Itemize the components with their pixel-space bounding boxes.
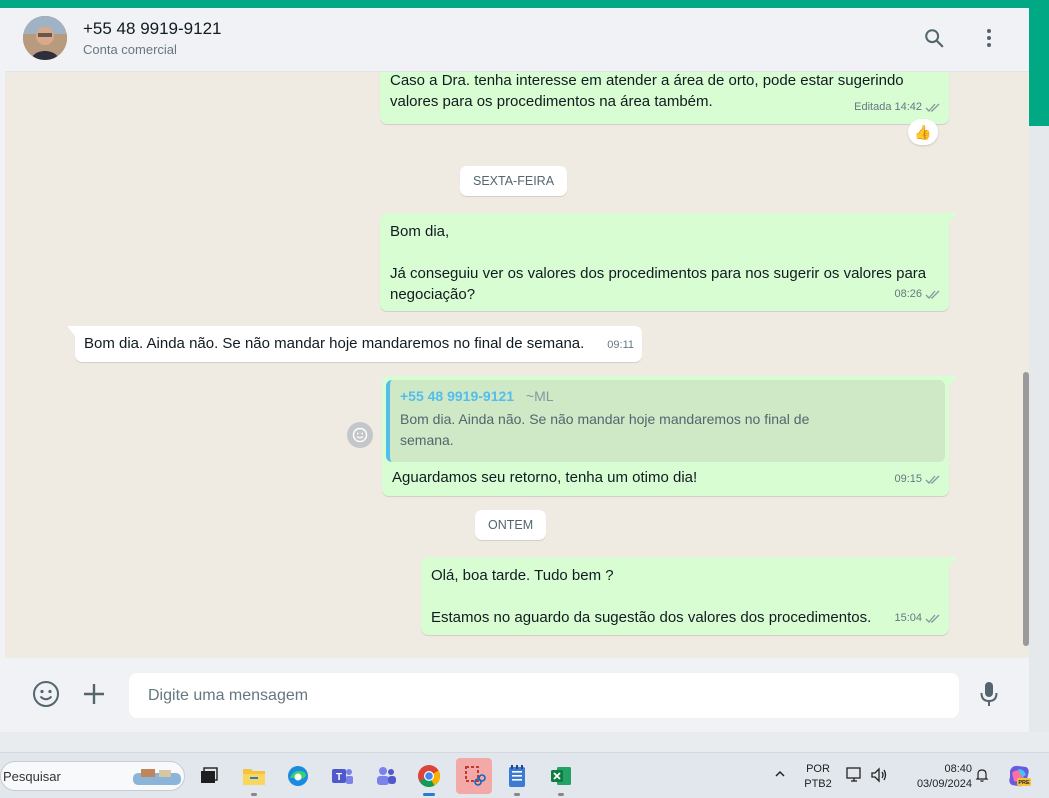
quote-author-name: ~ML: [525, 388, 554, 404]
date-divider: ONTEM: [475, 510, 547, 540]
teams-personal-icon[interactable]: [371, 761, 401, 791]
clock-date: 03/09/2024: [916, 778, 972, 790]
chat-scrollbar[interactable]: [1023, 372, 1029, 646]
svg-text:T: T: [336, 772, 342, 783]
file-explorer-icon[interactable]: [239, 761, 269, 796]
network-icon[interactable]: [846, 767, 864, 783]
quote-author: +55 48 9919-9121 ~ML: [400, 386, 935, 407]
double-check-icon: [925, 475, 940, 484]
window-right-gutter: [1029, 126, 1049, 732]
svg-text:PRE: PRE: [1018, 780, 1030, 786]
chat-messages-area[interactable]: Caso a Dra. tenha interesse em atender a…: [5, 72, 1029, 658]
emoji-icon: [352, 427, 368, 443]
keyboard-layout: PTB2: [804, 778, 832, 790]
clock-time: 08:40: [944, 763, 972, 775]
double-check-icon: [925, 290, 940, 299]
composer-bar: [5, 658, 1029, 732]
language-code: POR: [806, 763, 830, 775]
notification-bell-icon[interactable]: [974, 767, 990, 783]
thumbs-up-icon: 👍: [914, 123, 932, 140]
input-language[interactable]: POR PTB2: [800, 762, 836, 792]
message-time: 14:42: [894, 101, 922, 113]
search-icon[interactable]: [922, 26, 946, 50]
avatar[interactable]: [23, 16, 67, 60]
double-check-icon: [925, 614, 940, 623]
window-right-accent: [1029, 8, 1049, 126]
message-bubble-outgoing[interactable]: Caso a Dra. tenha interesse em atender a…: [380, 72, 949, 124]
message-text: Olá, boa tarde. Tudo bem ? Estamos no ag…: [431, 567, 872, 626]
attach-icon[interactable]: [78, 678, 110, 710]
copilot-icon[interactable]: PRE: [1006, 763, 1032, 789]
message-text: Bom dia, Já conseguiu ver os valores dos…: [390, 223, 927, 303]
notepad-icon[interactable]: [502, 761, 532, 796]
contact-subtitle: Conta comercial: [83, 42, 177, 57]
taskbar-search-label: Pesquisar: [3, 769, 61, 784]
message-meta: 15:04: [894, 608, 941, 629]
edge-icon[interactable]: [283, 761, 313, 791]
double-check-icon: [925, 103, 940, 112]
message-bubble-outgoing[interactable]: Olá, boa tarde. Tudo bem ? Estamos no ag…: [421, 557, 957, 635]
window-top-accent: [0, 0, 1049, 8]
teams-icon[interactable]: T: [327, 761, 357, 791]
contact-name[interactable]: +55 48 9919-9121: [83, 19, 222, 39]
volume-icon[interactable]: [870, 767, 888, 783]
quoted-message[interactable]: +55 48 9919-9121 ~ML Bom dia. Ainda não.…: [386, 380, 945, 462]
message-text: Aguardamos seu retorno, tenha um otimo d…: [392, 469, 698, 486]
task-view-icon[interactable]: [194, 761, 224, 791]
chrome-icon[interactable]: [414, 761, 444, 796]
message-meta: 08:26: [894, 284, 941, 305]
clock[interactable]: 08:40 03/09/2024: [900, 762, 972, 792]
message-meta: Editada 14:42: [854, 97, 941, 118]
message-input[interactable]: [129, 673, 959, 718]
message-bubble-outgoing[interactable]: +55 48 9919-9121 ~ML Bom dia. Ainda não.…: [382, 376, 957, 496]
menu-icon[interactable]: [977, 26, 1001, 50]
message-bubble-incoming[interactable]: Bom dia. Ainda não. Se não mandar hoje m…: [67, 326, 642, 362]
message-reaction[interactable]: 👍: [908, 119, 938, 145]
taskbar-search[interactable]: Pesquisar: [0, 761, 185, 791]
quote-author-phone: +55 48 9919-9121: [400, 388, 515, 404]
mic-icon[interactable]: [973, 678, 1005, 710]
emoji-icon[interactable]: [30, 678, 62, 710]
message-bubble-outgoing[interactable]: Bom dia, Já conseguiu ver os valores dos…: [380, 213, 957, 311]
message-meta: 09:11: [607, 335, 634, 356]
date-divider: SEXTA-FEIRA: [460, 166, 568, 196]
message-time: 08:26: [894, 288, 922, 300]
message-time: 09:15: [894, 473, 922, 485]
message-time: 09:11: [607, 339, 634, 351]
snipping-tool-icon[interactable]: [456, 758, 492, 794]
search-highlight-icon: [133, 769, 181, 785]
quote-text: Bom dia. Ainda não. Se não mandar hoje m…: [400, 411, 810, 448]
chevron-up-icon[interactable]: [773, 767, 787, 781]
message-text: Bom dia. Ainda não. Se não mandar hoje m…: [84, 335, 585, 352]
desktop-gap: [0, 732, 1049, 752]
os-taskbar: Pesquisar T POR PTB2 08:40 03/09/2024 PR…: [0, 752, 1049, 798]
excel-icon[interactable]: [546, 761, 576, 796]
edited-label: Editada: [854, 101, 892, 113]
chat-header[interactable]: +55 48 9919-9121 Conta comercial: [5, 8, 1029, 72]
message-time: 15:04: [894, 612, 922, 624]
react-button[interactable]: [347, 422, 373, 448]
message-meta: 09:15: [894, 469, 941, 490]
